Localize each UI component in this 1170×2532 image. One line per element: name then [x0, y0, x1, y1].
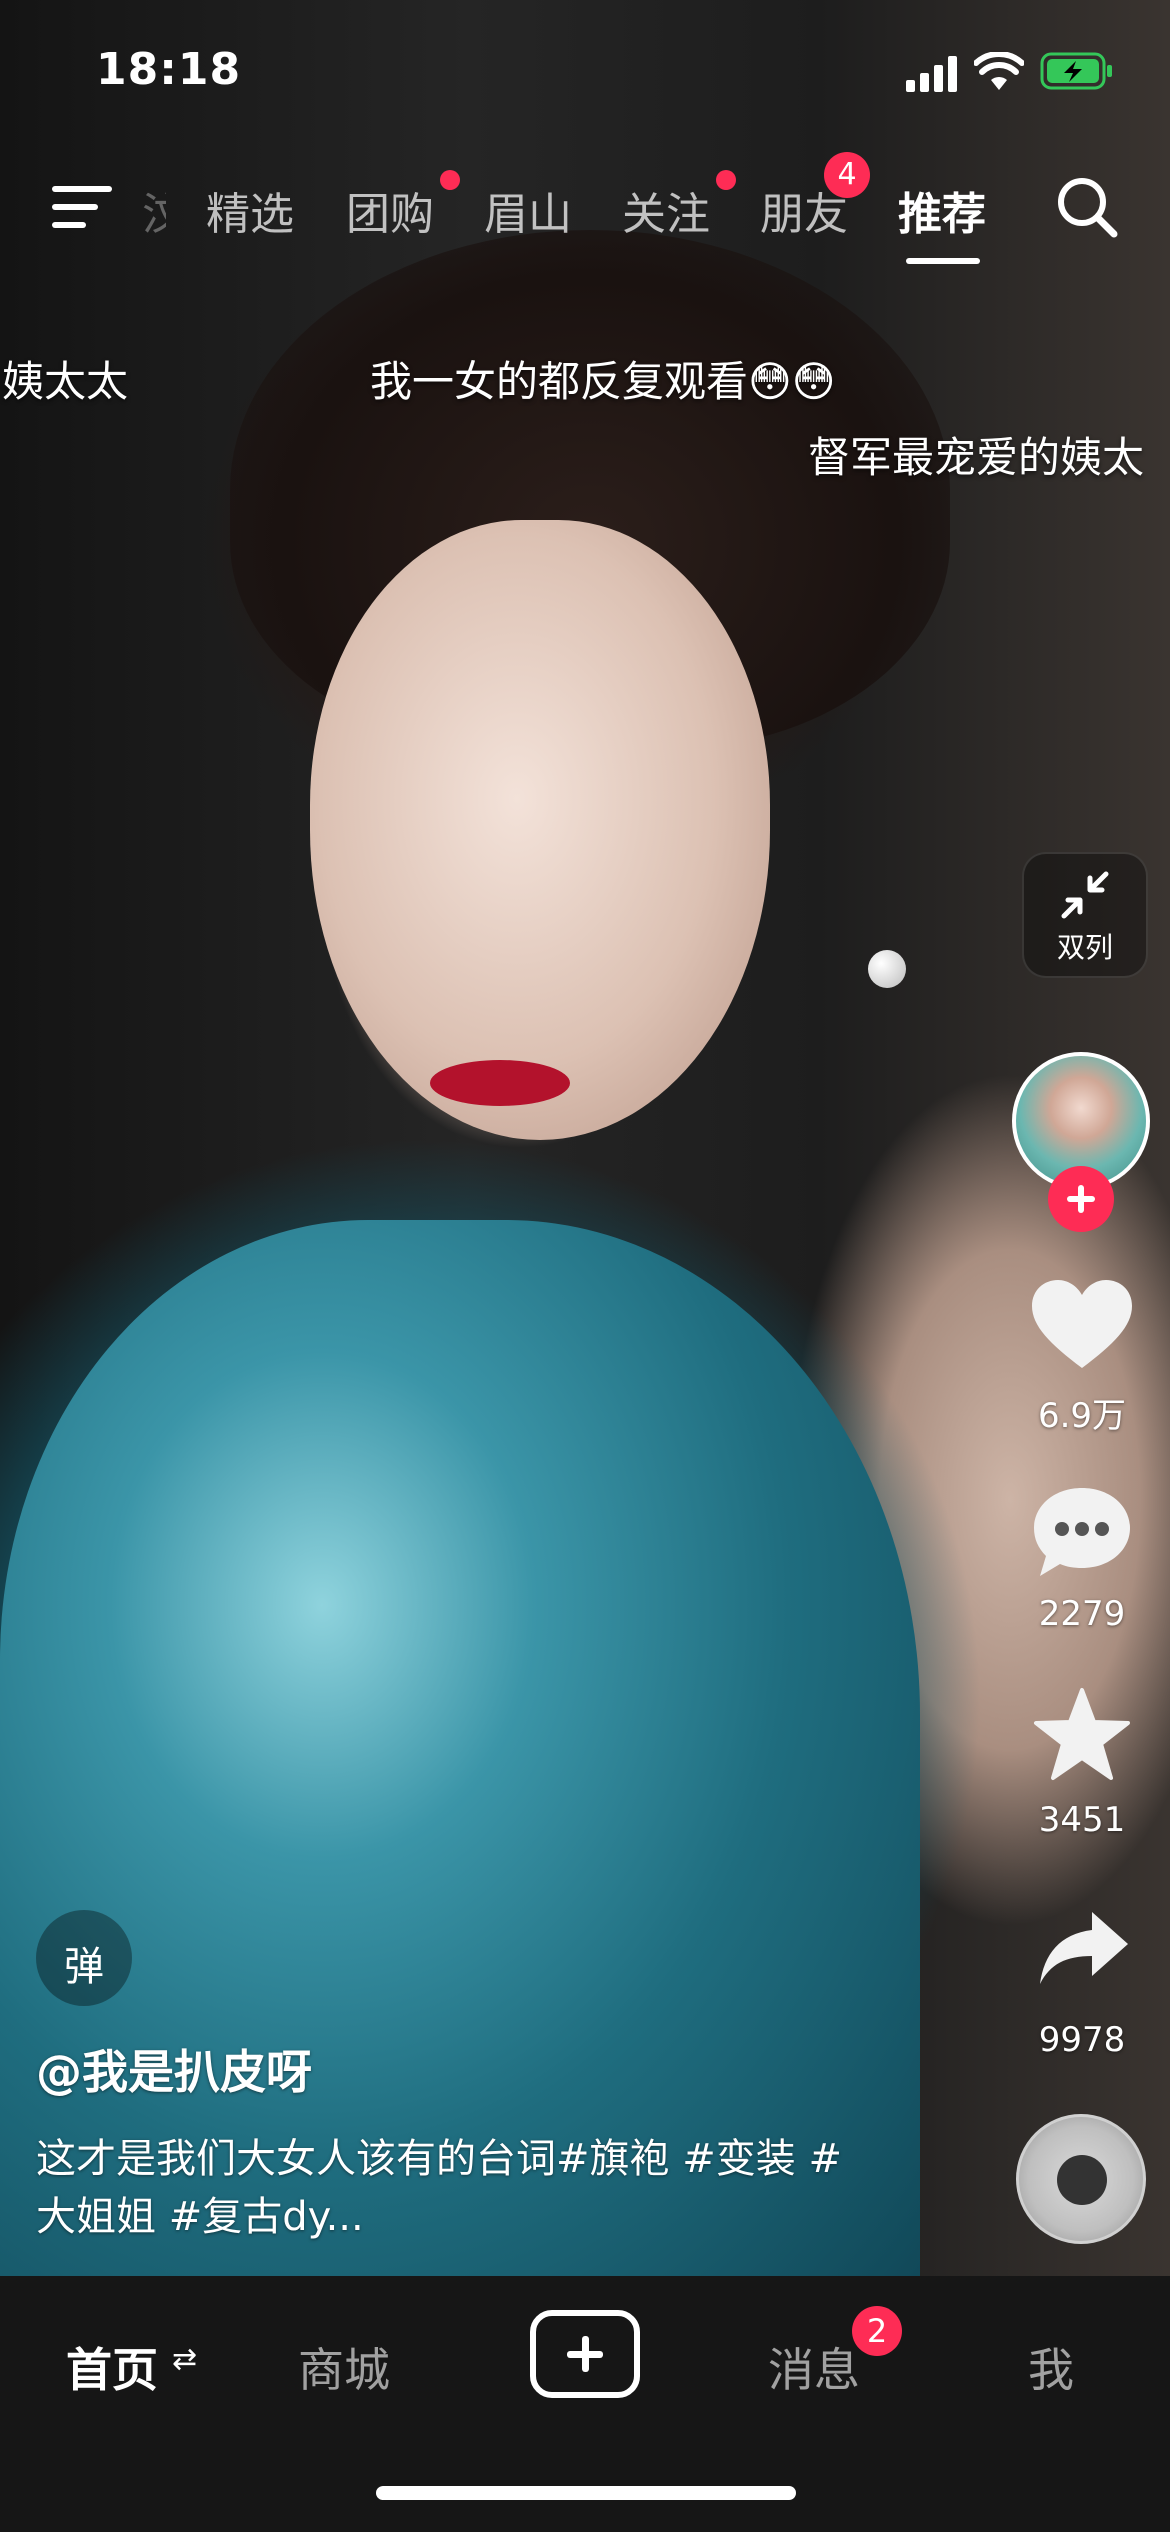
danmaku-toggle-button[interactable]: 弹 [36, 1910, 132, 2006]
plus-icon [1067, 1185, 1095, 1213]
tab-following[interactable]: 关注 [622, 178, 710, 242]
refresh-switch-icon: ⇄ [172, 2342, 198, 2377]
cellular-signal-icon [906, 56, 957, 92]
caption-line-2[interactable]: 大姐姐 #复古dy... [36, 2184, 364, 2242]
active-tab-indicator [906, 258, 980, 264]
tab-partial[interactable]: 汶 [142, 178, 166, 242]
figure-lips [430, 1060, 570, 1106]
status-time: 18:18 [96, 44, 242, 95]
dual-column-button[interactable]: 双列 [1022, 852, 1148, 978]
tab-messages[interactable]: 消息 [768, 2334, 860, 2400]
figure-earring [868, 950, 906, 988]
danmaku-comment: 姨太太 [2, 357, 129, 406]
friends-badge: 4 [824, 152, 870, 198]
danmaku-comment: 我一女的都反复观看😳😳 [370, 357, 836, 406]
figure-dress [0, 1220, 920, 2276]
tab-meishan[interactable]: 眉山 [484, 178, 572, 242]
top-nav: 汶 精选 团购 眉山 关注 朋友 4 推荐 [0, 152, 1170, 264]
danmaku-toggle-label: 弹 [64, 1944, 104, 1990]
author-name[interactable]: @我是扒皮呀 [36, 2036, 312, 2102]
create-button[interactable] [530, 2310, 640, 2398]
battery-charging-icon [1040, 52, 1112, 90]
favorite-count: 3451 [1038, 1800, 1126, 1840]
menu-icon[interactable] [52, 182, 114, 234]
comment-icon[interactable] [1030, 1484, 1134, 1580]
tab-selected[interactable]: 精选 [206, 178, 294, 242]
status-bar: 18:18 [0, 0, 1170, 140]
video-background[interactable] [0, 0, 1170, 2276]
share-count: 9978 [1038, 2020, 1126, 2060]
tab-home[interactable]: 首页 [66, 2334, 158, 2400]
share-arrow-icon[interactable] [1036, 1908, 1132, 1988]
plus-icon [567, 2336, 603, 2372]
music-disc-center [1057, 2155, 1107, 2205]
messages-badge: 2 [852, 2306, 902, 2356]
wifi-icon [974, 52, 1024, 90]
tab-following-dot [716, 170, 736, 190]
tab-group-buy[interactable]: 团购 [346, 178, 434, 242]
caption-line-1[interactable]: 这才是我们大女人该有的台词#旗袍 #变装 # [36, 2126, 842, 2184]
figure-face [310, 520, 770, 1140]
tab-group-buy-dot [440, 170, 460, 190]
comment-count: 2279 [1038, 1594, 1126, 1634]
home-indicator [376, 2486, 796, 2500]
search-icon[interactable] [1054, 174, 1120, 240]
danmaku-comment: 督军最宠爱的姨太 [808, 433, 1145, 482]
bottom-tab-bar: 首页 ⇄ 商城 消息 2 我 [0, 2276, 1170, 2532]
tab-me[interactable]: 我 [1028, 2334, 1074, 2400]
dual-column-label: 双列 [1056, 931, 1113, 964]
follow-button[interactable] [1048, 1166, 1114, 1232]
music-disc[interactable] [1016, 2114, 1146, 2244]
tab-mall[interactable]: 商城 [298, 2334, 390, 2400]
collapse-arrows-icon [1061, 871, 1109, 919]
favorite-star-icon[interactable] [1032, 1686, 1132, 1782]
like-heart-icon[interactable] [1030, 1278, 1134, 1372]
like-count: 6.9万 [1037, 1396, 1127, 1436]
tab-recommend[interactable]: 推荐 [898, 178, 986, 242]
